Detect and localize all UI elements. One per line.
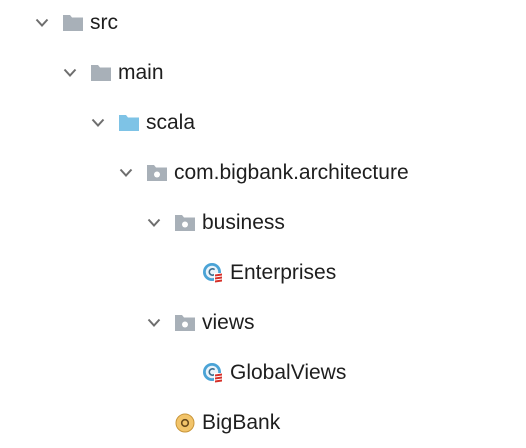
tree-node-business[interactable]: business (146, 205, 285, 241)
chevron-down-icon[interactable] (146, 215, 162, 231)
chevron-down-icon[interactable] (62, 65, 78, 81)
tree-node-label: com.bigbank.architecture (174, 161, 409, 184)
folder-icon (62, 12, 84, 34)
tree-node-label: scala (146, 111, 196, 134)
project-tree: src main scala com.bigbank.architecture (0, 0, 526, 448)
chevron-down-icon[interactable] (90, 115, 106, 131)
tree-node-label: src (90, 11, 118, 34)
tree-node-com-bigbank-architecture[interactable]: com.bigbank.architecture (118, 155, 409, 191)
tree-node-label: Enterprises (230, 261, 337, 284)
scala-object-icon (174, 412, 196, 434)
tree-node-globalviews[interactable]: GlobalViews (202, 355, 346, 391)
chevron-down-icon[interactable] (34, 15, 50, 31)
source-folder-icon (118, 112, 140, 134)
tree-node-bigbank[interactable]: BigBank (174, 405, 280, 441)
scala-class-icon (202, 362, 224, 384)
chevron-down-icon[interactable] (146, 315, 162, 331)
tree-node-label: main (118, 61, 164, 84)
scala-class-icon (202, 262, 224, 284)
tree-node-label: GlobalViews (230, 361, 347, 384)
tree-node-main[interactable]: main (62, 55, 164, 91)
tree-node-label: BigBank (202, 411, 281, 434)
tree-node-scala[interactable]: scala (90, 105, 195, 141)
chevron-down-icon[interactable] (118, 165, 134, 181)
tree-node-label: business (202, 211, 285, 234)
tree-node-src[interactable]: src (34, 5, 118, 41)
package-icon (174, 212, 196, 234)
tree-node-label: views (202, 311, 255, 334)
tree-node-views[interactable]: views (146, 305, 255, 341)
tree-node-enterprises[interactable]: Enterprises (202, 255, 336, 291)
package-icon (146, 162, 168, 184)
package-icon (174, 312, 196, 334)
folder-icon (90, 62, 112, 84)
